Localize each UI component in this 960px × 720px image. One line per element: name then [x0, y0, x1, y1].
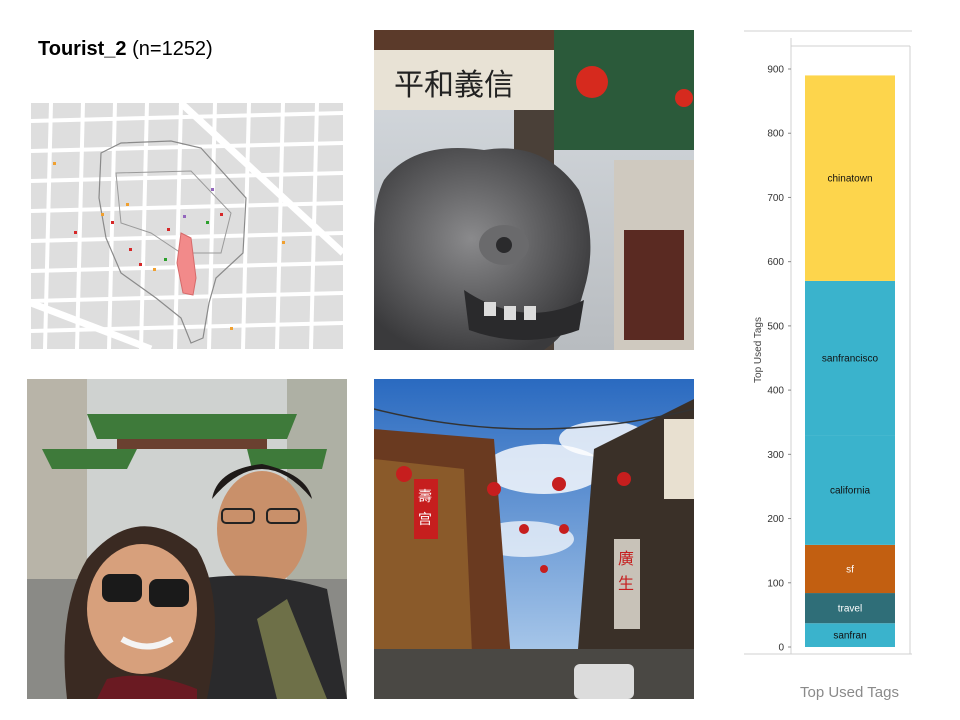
y-tick-label: 700 [767, 193, 784, 204]
title-bold: Tourist_2 [38, 38, 127, 60]
y-tick-label: 200 [767, 514, 784, 525]
y-tick-label: 300 [767, 450, 784, 461]
y-tick-label: 500 [767, 321, 784, 332]
y-tick-label: 900 [767, 65, 784, 76]
segment-label-chinatown: chinatown [827, 174, 872, 185]
y-axis-label: Top Used Tags [753, 317, 764, 383]
photo-gate-lion: 平和義信 [374, 30, 694, 350]
segment-label-sanfrancisco: sanfrancisco [822, 354, 879, 365]
chart-caption: Top Used Tags [800, 684, 899, 701]
slide-title: Tourist_2 (n=1252) [38, 38, 213, 61]
y-tick-label: 600 [767, 257, 784, 268]
y-tick-label: 800 [767, 129, 784, 140]
svg-text:平和義信: 平和義信 [394, 69, 514, 102]
segment-label-california: california [830, 485, 870, 496]
segment-label-sf: sf [846, 564, 854, 575]
segment-label-sanfran: sanfran [833, 631, 866, 642]
top-tags-chart: 0 100 200 300 400 500 600 700 800 900 sanfran trav… [744, 30, 914, 658]
segment-label-travel: travel [838, 604, 862, 615]
title-count: (n=1252) [126, 38, 213, 60]
y-axis-ticks: 0 100 200 300 400 500 600 700 800 900 [767, 65, 791, 654]
svg-text:廣: 廣 [618, 550, 634, 568]
photo-couple-selfie [27, 379, 347, 699]
svg-text:宫: 宫 [418, 511, 432, 527]
street-map [31, 103, 343, 349]
y-tick-label: 400 [767, 386, 784, 397]
photo-chinatown-street: 壽 宫 廣 生 [374, 379, 694, 699]
svg-text:壽: 壽 [418, 488, 432, 504]
y-tick-label: 0 [778, 643, 784, 654]
stacked-bar-chart: 0 100 200 300 400 500 600 700 800 900 sanfran trav… [744, 30, 912, 655]
svg-text:生: 生 [618, 575, 634, 593]
y-tick-label: 100 [767, 578, 784, 589]
